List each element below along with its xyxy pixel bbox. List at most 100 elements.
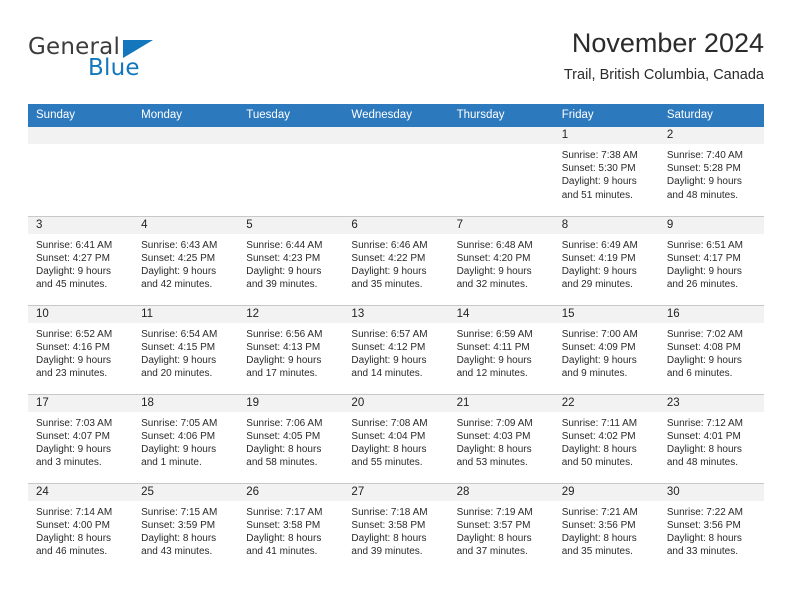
daylight-text-line2: and 35 minutes.: [351, 279, 423, 291]
day-number: 29: [553, 483, 659, 501]
daylight-text-line2: and 37 minutes.: [456, 546, 528, 558]
day-cell[interactable]: 14 Sunrise: 6:59 AM Sunset: 4:11 PM Dayl…: [448, 304, 554, 394]
day-details: Sunrise: 6:46 AM Sunset: 4:22 PM Dayligh…: [343, 234, 448, 292]
day-number: [238, 127, 344, 144]
daylight-text-line2: and 14 minutes.: [351, 368, 423, 380]
day-cell[interactable]: 9 Sunrise: 6:51 AM Sunset: 4:17 PM Dayli…: [658, 215, 764, 305]
day-number: 11: [133, 305, 239, 323]
sunrise-sunset-calendar: Sunday Monday Tuesday Wednesday Thursday…: [28, 104, 764, 572]
daylight-text-line2: and 45 minutes.: [36, 279, 108, 291]
daylight-text-line1: Daylight: 9 hours: [456, 265, 532, 277]
daylight-text-line2: and 35 minutes.: [561, 546, 633, 558]
day-number: 19: [238, 394, 344, 412]
day-details: Sunrise: 6:51 AM Sunset: 4:17 PM Dayligh…: [659, 234, 764, 292]
day-number: 24: [28, 483, 134, 501]
sunrise-text: Sunrise: 7:21 AM: [561, 506, 638, 518]
sunset-text: Sunset: 4:25 PM: [141, 252, 216, 264]
daylight-text-line1: Daylight: 9 hours: [141, 443, 217, 455]
sunrise-text: Sunrise: 7:19 AM: [456, 506, 533, 518]
day-cell[interactable]: 18 Sunrise: 7:05 AM Sunset: 4:06 PM Dayl…: [133, 393, 239, 483]
day-cell[interactable]: 30 Sunrise: 7:22 AM Sunset: 3:56 PM Dayl…: [658, 482, 764, 572]
day-cell[interactable]: 6 Sunrise: 6:46 AM Sunset: 4:22 PM Dayli…: [343, 215, 449, 305]
day-details: Sunrise: 7:38 AM Sunset: 5:30 PM Dayligh…: [554, 144, 659, 202]
sunrise-text: Sunrise: 7:05 AM: [141, 417, 218, 429]
daylight-text-line1: Daylight: 9 hours: [141, 354, 217, 366]
daylight-text-line2: and 43 minutes.: [141, 546, 213, 558]
daylight-text-line2: and 20 minutes.: [141, 368, 213, 380]
day-details: Sunrise: 6:41 AM Sunset: 4:27 PM Dayligh…: [28, 234, 133, 292]
day-cell[interactable]: 3 Sunrise: 6:41 AM Sunset: 4:27 PM Dayli…: [28, 215, 134, 305]
day-cell[interactable]: 25 Sunrise: 7:15 AM Sunset: 3:59 PM Dayl…: [133, 482, 239, 572]
daylight-text-line2: and 29 minutes.: [561, 279, 633, 291]
daylight-text-line1: Daylight: 9 hours: [666, 265, 742, 277]
sunrise-text: Sunrise: 7:08 AM: [351, 417, 428, 429]
day-cell[interactable]: 19 Sunrise: 7:06 AM Sunset: 4:05 PM Dayl…: [238, 393, 344, 483]
day-cell[interactable]: 23 Sunrise: 7:12 AM Sunset: 4:01 PM Dayl…: [658, 393, 764, 483]
day-details: Sunrise: 6:52 AM Sunset: 4:16 PM Dayligh…: [28, 323, 133, 381]
daylight-text-line2: and 39 minutes.: [246, 279, 318, 291]
day-details: Sunrise: 6:56 AM Sunset: 4:13 PM Dayligh…: [238, 323, 343, 381]
day-details: Sunrise: 7:40 AM Sunset: 5:28 PM Dayligh…: [659, 144, 764, 202]
day-cell[interactable]: 11 Sunrise: 6:54 AM Sunset: 4:15 PM Dayl…: [133, 304, 239, 394]
day-number: 3: [28, 216, 134, 234]
day-cell[interactable]: 28 Sunrise: 7:19 AM Sunset: 3:57 PM Dayl…: [448, 482, 554, 572]
day-number: 28: [448, 483, 554, 501]
day-cell[interactable]: 24 Sunrise: 7:14 AM Sunset: 4:00 PM Dayl…: [28, 482, 134, 572]
day-cell: [343, 127, 449, 216]
sunset-text: Sunset: 4:15 PM: [141, 341, 216, 353]
day-details: Sunrise: 6:44 AM Sunset: 4:23 PM Dayligh…: [238, 234, 343, 292]
daylight-text-line1: Daylight: 8 hours: [351, 443, 427, 455]
daylight-text-line1: Daylight: 9 hours: [246, 354, 322, 366]
sunrise-text: Sunrise: 7:15 AM: [141, 506, 218, 518]
sunrise-text: Sunrise: 7:17 AM: [246, 506, 323, 518]
weekday-header-row: Sunday Monday Tuesday Wednesday Thursday…: [28, 104, 764, 127]
sunset-text: Sunset: 4:00 PM: [36, 519, 110, 531]
day-details: Sunrise: 6:43 AM Sunset: 4:25 PM Dayligh…: [133, 234, 238, 292]
day-cell[interactable]: 4 Sunrise: 6:43 AM Sunset: 4:25 PM Dayli…: [133, 215, 239, 305]
day-details: Sunrise: 7:12 AM Sunset: 4:01 PM Dayligh…: [659, 412, 764, 470]
calendar-page: General Blue November 2024 Trail, Britis…: [0, 0, 792, 612]
day-number: 5: [238, 216, 344, 234]
day-number: 7: [448, 216, 554, 234]
day-cell[interactable]: 21 Sunrise: 7:09 AM Sunset: 4:03 PM Dayl…: [448, 393, 554, 483]
sunrise-text: Sunrise: 7:02 AM: [666, 328, 743, 340]
day-cell[interactable]: 2 Sunrise: 7:40 AM Sunset: 5:28 PM Dayli…: [658, 127, 764, 216]
daylight-text-line1: Daylight: 9 hours: [351, 265, 427, 277]
sunset-text: Sunset: 4:09 PM: [561, 341, 636, 353]
day-cell[interactable]: 26 Sunrise: 7:17 AM Sunset: 3:58 PM Dayl…: [238, 482, 344, 572]
day-cell[interactable]: 15 Sunrise: 7:00 AM Sunset: 4:09 PM Dayl…: [553, 304, 659, 394]
daylight-text-line1: Daylight: 9 hours: [666, 354, 742, 366]
day-cell[interactable]: 13 Sunrise: 6:57 AM Sunset: 4:12 PM Dayl…: [343, 304, 449, 394]
day-number: 12: [238, 305, 344, 323]
sunrise-text: Sunrise: 7:18 AM: [351, 506, 428, 518]
day-cell[interactable]: 12 Sunrise: 6:56 AM Sunset: 4:13 PM Dayl…: [238, 304, 344, 394]
page-subtitle: Trail, British Columbia, Canada: [563, 67, 764, 83]
daylight-text-line1: Daylight: 8 hours: [36, 532, 112, 544]
day-cell[interactable]: 7 Sunrise: 6:48 AM Sunset: 4:20 PM Dayli…: [448, 215, 554, 305]
day-cell[interactable]: 10 Sunrise: 6:52 AM Sunset: 4:16 PM Dayl…: [28, 304, 134, 394]
general-blue-logo[interactable]: General Blue: [28, 34, 178, 86]
day-number: 9: [658, 216, 764, 234]
day-details: Sunrise: 7:19 AM Sunset: 3:57 PM Dayligh…: [449, 501, 554, 559]
daylight-text-line1: Daylight: 9 hours: [561, 354, 637, 366]
day-cell[interactable]: 8 Sunrise: 6:49 AM Sunset: 4:19 PM Dayli…: [553, 215, 659, 305]
sunset-text: Sunset: 4:19 PM: [561, 252, 636, 264]
day-details: Sunrise: 7:03 AM Sunset: 4:07 PM Dayligh…: [28, 412, 133, 470]
day-cell[interactable]: 17 Sunrise: 7:03 AM Sunset: 4:07 PM Dayl…: [28, 393, 134, 483]
day-number: 15: [553, 305, 659, 323]
daylight-text-line1: Daylight: 9 hours: [666, 176, 742, 188]
sunrise-text: Sunrise: 7:11 AM: [561, 417, 638, 429]
daylight-text-line2: and 48 minutes.: [666, 189, 739, 201]
calendar-week-row: 3 Sunrise: 6:41 AM Sunset: 4:27 PM Dayli…: [28, 215, 764, 305]
sunrise-text: Sunrise: 7:12 AM: [666, 417, 743, 429]
day-cell[interactable]: 5 Sunrise: 6:44 AM Sunset: 4:23 PM Dayli…: [238, 215, 344, 305]
day-cell[interactable]: 20 Sunrise: 7:08 AM Sunset: 4:04 PM Dayl…: [343, 393, 449, 483]
day-number: 13: [343, 305, 449, 323]
day-cell[interactable]: 1 Sunrise: 7:38 AM Sunset: 5:30 PM Dayli…: [553, 127, 659, 216]
sunset-text: Sunset: 5:30 PM: [561, 163, 636, 175]
day-details: Sunrise: 6:59 AM Sunset: 4:11 PM Dayligh…: [449, 323, 554, 381]
day-cell[interactable]: 16 Sunrise: 7:02 AM Sunset: 4:08 PM Dayl…: [658, 304, 764, 394]
day-cell[interactable]: 22 Sunrise: 7:11 AM Sunset: 4:02 PM Dayl…: [553, 393, 659, 483]
day-cell[interactable]: 29 Sunrise: 7:21 AM Sunset: 3:56 PM Dayl…: [553, 482, 659, 572]
day-cell[interactable]: 27 Sunrise: 7:18 AM Sunset: 3:58 PM Dayl…: [343, 482, 449, 572]
